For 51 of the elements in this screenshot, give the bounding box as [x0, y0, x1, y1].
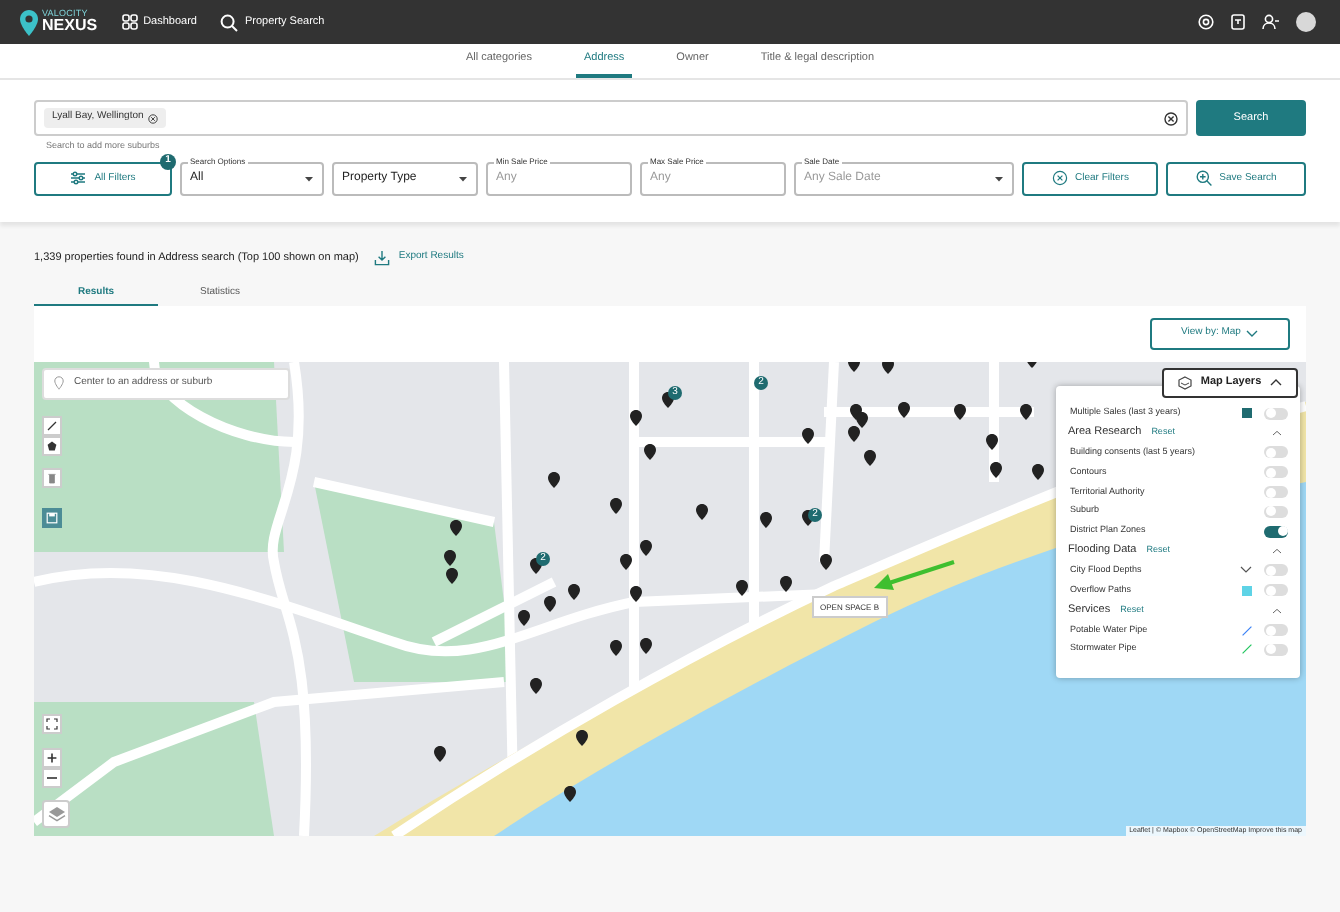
- user-add-icon[interactable]: [1262, 14, 1280, 30]
- sliders-icon: [70, 170, 87, 187]
- remove-icon[interactable]: [147, 113, 158, 123]
- layers-button[interactable]: [42, 799, 70, 828]
- toggle-switch[interactable]: [1264, 466, 1288, 479]
- toggle-switch[interactable]: [1264, 505, 1288, 518]
- dropdown-caret-icon: [304, 175, 314, 182]
- zoom-in-icon: [1195, 170, 1212, 187]
- grid-icon: [121, 14, 138, 30]
- toggle-switch[interactable]: [1264, 643, 1288, 656]
- chevron-up-icon[interactable]: [1272, 430, 1282, 437]
- line-icon: [46, 419, 58, 432]
- clear-icon[interactable]: [1164, 111, 1178, 125]
- delete-button[interactable]: [42, 467, 62, 488]
- layers-icon: [47, 805, 65, 822]
- chevron-up-icon: [1269, 378, 1282, 387]
- toggle-switch[interactable]: [1264, 446, 1288, 459]
- toggle-switch[interactable]: [1264, 584, 1288, 597]
- support-icon[interactable]: [1198, 14, 1214, 30]
- zoom-in-button[interactable]: [42, 747, 62, 768]
- dropdown-caret-icon: [994, 175, 1004, 182]
- chevron-down-icon[interactable]: [1240, 566, 1252, 575]
- toggle-switch[interactable]: [1264, 486, 1288, 499]
- save-button[interactable]: [42, 507, 62, 528]
- clear-icon: [1051, 170, 1068, 187]
- chevron-up-icon[interactable]: [1272, 607, 1282, 614]
- chevron-down-icon: [1246, 329, 1259, 338]
- pentagon-icon: [46, 439, 58, 452]
- draw-polygon-button[interactable]: [42, 435, 62, 456]
- minus-icon: [46, 771, 58, 784]
- fullscreen-button[interactable]: [42, 713, 62, 734]
- save-icon: [46, 511, 58, 524]
- search-icon: [220, 13, 239, 31]
- chevron-up-icon[interactable]: [1272, 548, 1282, 555]
- arrow-drawing: [870, 557, 958, 594]
- logo-text: NEXUS: [42, 18, 98, 35]
- toggle-switch[interactable]: [1264, 407, 1288, 420]
- avatar[interactable]: [1296, 12, 1316, 32]
- toggle-switch[interactable]: [1264, 624, 1288, 637]
- logo-pin-icon: [20, 9, 38, 35]
- plus-icon: [46, 751, 58, 764]
- download-icon: [374, 249, 391, 266]
- document-icon[interactable]: [1230, 14, 1246, 30]
- layers-icon: [1178, 375, 1193, 390]
- toggle-switch[interactable]: [1264, 525, 1288, 538]
- toggle-switch[interactable]: [1264, 564, 1288, 577]
- zoom-out-button[interactable]: [42, 767, 62, 788]
- dropdown-caret-icon: [458, 175, 468, 182]
- location-pin-icon: [54, 376, 64, 391]
- trash-icon: [46, 471, 58, 484]
- fullscreen-icon: [46, 717, 58, 730]
